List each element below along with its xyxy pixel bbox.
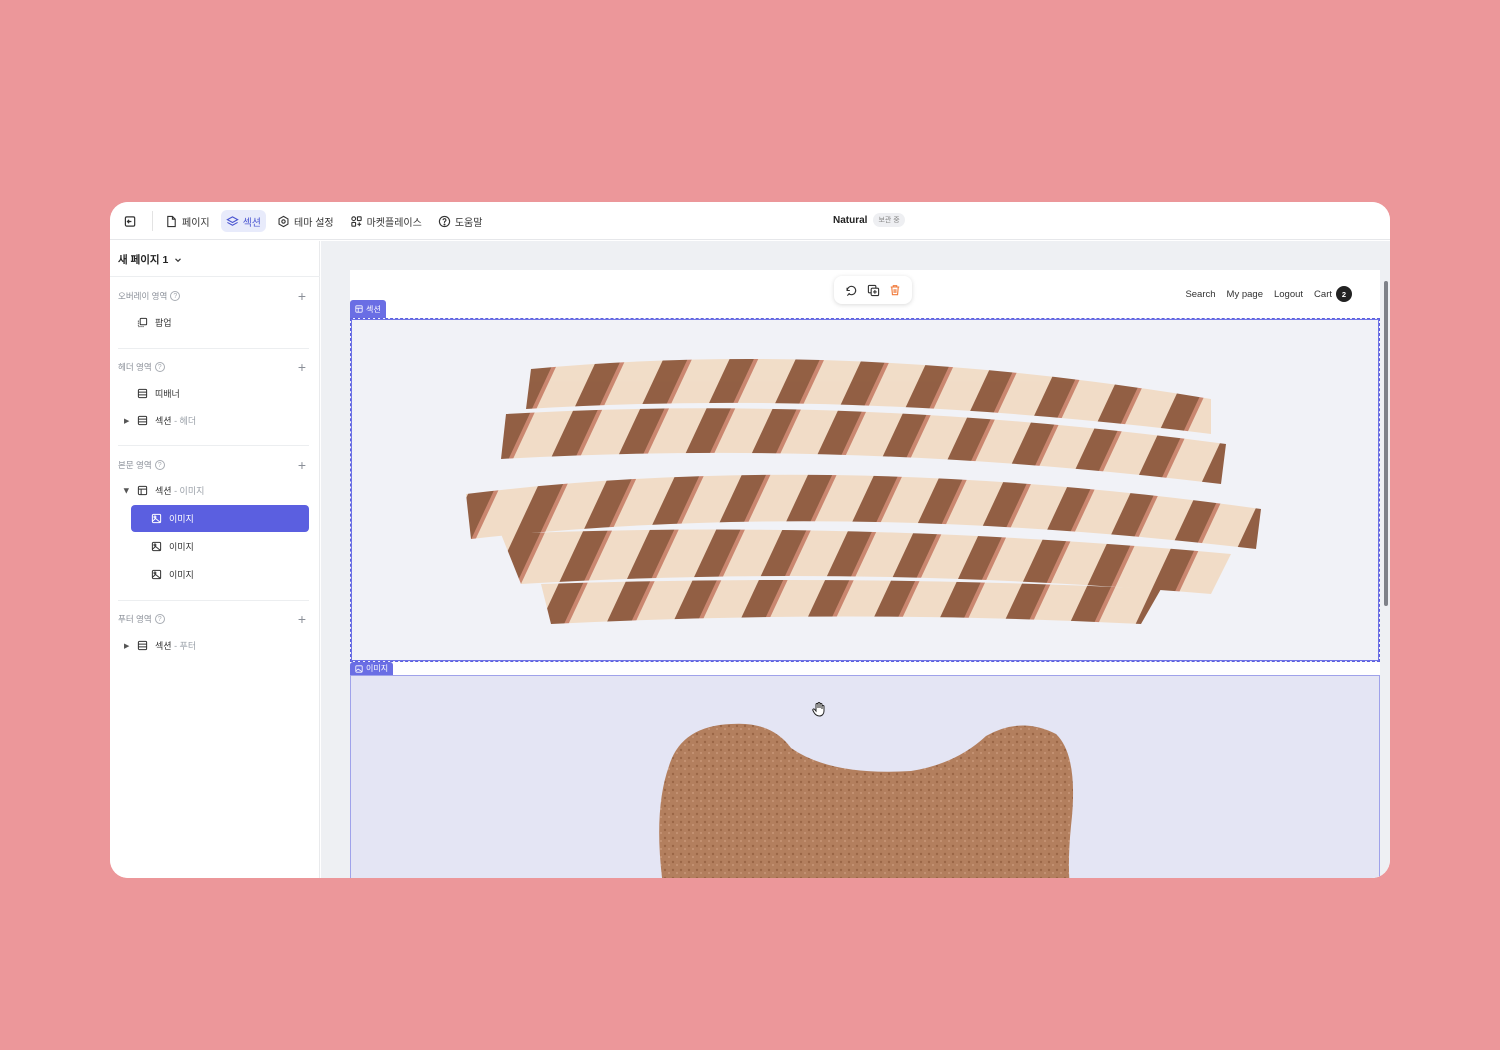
menu-theme-settings[interactable]: 테마 설정	[272, 210, 339, 232]
add-header-button[interactable]: +	[295, 360, 309, 374]
divider	[118, 348, 309, 349]
nav-mypage-link[interactable]: My page	[1227, 289, 1263, 300]
toolbar-divider	[152, 211, 153, 231]
popup-icon	[137, 317, 148, 328]
help-icon[interactable]: ?	[154, 362, 165, 372]
page-selector[interactable]: 새 페이지 1	[118, 252, 182, 267]
help-icon	[438, 215, 450, 227]
floating-toolbar	[834, 276, 912, 304]
tree-item-popup[interactable]: 팝업	[137, 316, 172, 329]
document-title: Natural 보관 중	[833, 213, 905, 227]
section-icon	[137, 388, 148, 399]
exit-icon[interactable]	[120, 211, 140, 231]
document-name: Natural	[833, 214, 868, 226]
menu-help[interactable]: 도움말	[433, 210, 488, 232]
section-icon	[137, 415, 148, 426]
section-icon	[137, 640, 148, 651]
section-icon	[355, 305, 363, 313]
caret-right-icon[interactable]: ▶	[124, 417, 129, 425]
tree-item-banner[interactable]: 띠배너	[137, 387, 180, 400]
site-nav: Search My page Logout Cart 2	[1185, 286, 1352, 302]
group-header-title: 헤더 영역 ?	[118, 361, 165, 373]
add-footer-button[interactable]: +	[295, 612, 309, 626]
tree-item-image-section[interactable]: 섹션 - 이미지	[137, 484, 204, 497]
section-icon	[137, 485, 148, 496]
site-preview: Search My page Logout Cart 2 섹션 이미지	[350, 270, 1380, 878]
group-body-title: 본문 영역 ?	[118, 459, 165, 471]
duplicate-icon[interactable]	[865, 282, 881, 298]
tree-item-image-selected[interactable]: 이미지	[131, 505, 309, 532]
apps-icon	[350, 215, 362, 227]
help-icon[interactable]: ?	[154, 460, 165, 470]
nav-logout-link[interactable]: Logout	[1274, 289, 1303, 300]
caret-right-icon[interactable]: ▶	[124, 642, 129, 650]
bone-cookie-image	[659, 723, 1074, 878]
group-footer-title: 푸터 영역 ?	[118, 613, 165, 625]
gear-icon	[278, 215, 289, 227]
help-icon[interactable]: ?	[170, 291, 181, 301]
editor-window: 페이지 섹션 테마 설정 마켓플레이스 도움말 Natural 보관 중 새 페…	[110, 202, 1390, 878]
help-icon[interactable]: ?	[154, 614, 165, 624]
menu-section[interactable]: 섹션	[220, 210, 267, 232]
editor-canvas: Search My page Logout Cart 2 섹션 이미지	[321, 241, 1390, 878]
chevron-down-icon	[175, 257, 182, 262]
image-tag[interactable]: 이미지	[350, 662, 394, 675]
nav-search-link[interactable]: Search	[1185, 289, 1215, 300]
menu-page[interactable]: 페이지	[160, 210, 215, 232]
section-image-block[interactable]	[350, 318, 1380, 662]
status-badge: 보관 중	[873, 213, 905, 227]
scroll-thumb[interactable]	[1384, 281, 1388, 606]
caret-down-icon[interactable]: ▶	[123, 488, 131, 493]
image-icon	[151, 541, 162, 552]
group-overlay-title: 오버레이 영역 ?	[118, 290, 181, 302]
canvas-scrollbar[interactable]	[1383, 241, 1390, 878]
add-overlay-button[interactable]: +	[295, 289, 309, 303]
hand-cursor-icon	[811, 701, 827, 717]
cart-count-badge: 2	[1336, 286, 1352, 302]
image-icon	[151, 513, 162, 524]
image-icon	[151, 569, 162, 580]
menu-marketplace[interactable]: 마켓플레이스	[345, 210, 427, 232]
section-tag[interactable]: 섹션	[350, 300, 386, 318]
tree-item-header-section[interactable]: 섹션 - 헤더	[137, 414, 196, 427]
tree-item-image[interactable]: 이미지	[151, 568, 194, 581]
trash-icon[interactable]	[887, 282, 903, 298]
tree-item-image[interactable]: 이미지	[151, 540, 194, 553]
nav-cart-link[interactable]: Cart 2	[1314, 286, 1352, 302]
image-icon	[355, 664, 363, 673]
image-block-bone[interactable]	[350, 675, 1380, 878]
main-menu: 페이지 섹션 테마 설정 마켓플레이스 도움말	[160, 208, 487, 234]
tree-item-footer-section[interactable]: 섹션 - 푸터	[137, 639, 196, 652]
divider	[110, 276, 320, 277]
page-icon	[167, 215, 176, 227]
divider	[118, 600, 309, 601]
divider	[118, 445, 309, 446]
layers-icon	[225, 215, 239, 226]
top-toolbar: 페이지 섹션 테마 설정 마켓플레이스 도움말 Natural 보관 중	[110, 202, 1390, 240]
layer-sidebar: 새 페이지 1 오버레이 영역 ? + 팝업 헤더 영역 ? + 띠배너 ▶ 섹…	[110, 241, 320, 878]
replace-icon[interactable]	[843, 282, 859, 298]
churro-image	[466, 359, 1261, 624]
add-body-button[interactable]: +	[295, 458, 309, 472]
